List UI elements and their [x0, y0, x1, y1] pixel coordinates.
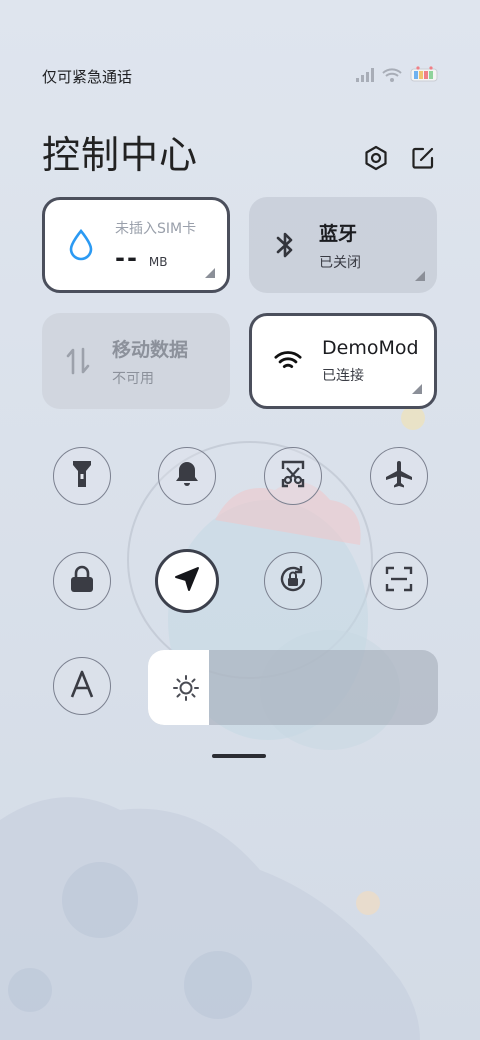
- bluetooth-status: 已关闭: [319, 254, 361, 271]
- settings-button[interactable]: [359, 143, 393, 177]
- scan-icon: [384, 565, 414, 597]
- edit-icon: [411, 146, 435, 174]
- data-usage-value: --: [115, 244, 139, 272]
- mobile-data-status: 不可用: [112, 370, 154, 387]
- airplane-icon: [384, 459, 414, 493]
- wifi-status: 已连接: [322, 368, 364, 384]
- wifi-tile[interactable]: DemoMod 已连接: [249, 313, 437, 409]
- screenshot-toggle[interactable]: [264, 447, 322, 505]
- flashlight-icon: [71, 459, 93, 493]
- expand-corner-icon: [412, 384, 422, 394]
- signal-icon: [356, 67, 374, 86]
- status-icons: [356, 66, 440, 86]
- expand-corner-icon: [415, 271, 425, 281]
- reading-mode-toggle[interactable]: [53, 657, 111, 715]
- expand-corner-icon: [205, 268, 215, 278]
- wifi-icon: [274, 347, 302, 375]
- bell-icon: [174, 460, 200, 492]
- settings-icon: [363, 145, 389, 175]
- wifi-network-name: DemoMod: [322, 337, 419, 359]
- status-carrier-text: 仅可紧急通话: [42, 68, 133, 86]
- mobile-data-title: 移动数据: [112, 338, 189, 361]
- bluetooth-title: 蓝牙: [319, 222, 358, 245]
- wifi-icon: [382, 67, 402, 86]
- location-arrow-icon: [173, 565, 201, 597]
- lock-icon: [69, 565, 95, 597]
- airplane-toggle[interactable]: [370, 447, 428, 505]
- data-usage-unit: MB: [148, 255, 168, 269]
- scanner-toggle[interactable]: [370, 552, 428, 610]
- silent-toggle[interactable]: [158, 447, 216, 505]
- bluetooth-tile[interactable]: 蓝牙 已关闭: [249, 197, 437, 293]
- brightness-slider[interactable]: [148, 650, 438, 725]
- rotation-lock-icon: [277, 563, 309, 599]
- home-indicator[interactable]: [212, 754, 266, 758]
- sim-data-tile[interactable]: 未插入SIM卡 -- MB: [42, 197, 230, 293]
- sim-status-label: 未插入SIM卡: [115, 221, 197, 237]
- font-a-icon: [69, 670, 95, 702]
- rotation-lock-toggle[interactable]: [264, 552, 322, 610]
- lock-screen-toggle[interactable]: [53, 552, 111, 610]
- mobile-data-tile[interactable]: 移动数据 不可用: [42, 313, 230, 409]
- page-title: 控制中心: [42, 133, 199, 177]
- flashlight-toggle[interactable]: [53, 447, 111, 505]
- water-drop-icon: [67, 229, 95, 261]
- sun-icon: [172, 674, 200, 706]
- edit-button[interactable]: [406, 143, 440, 177]
- location-toggle[interactable]: [155, 549, 219, 613]
- data-transfer-icon: [64, 347, 92, 375]
- bluetooth-icon: [271, 231, 299, 259]
- scissors-screenshot-icon: [278, 459, 308, 493]
- battery-icon: [410, 66, 440, 86]
